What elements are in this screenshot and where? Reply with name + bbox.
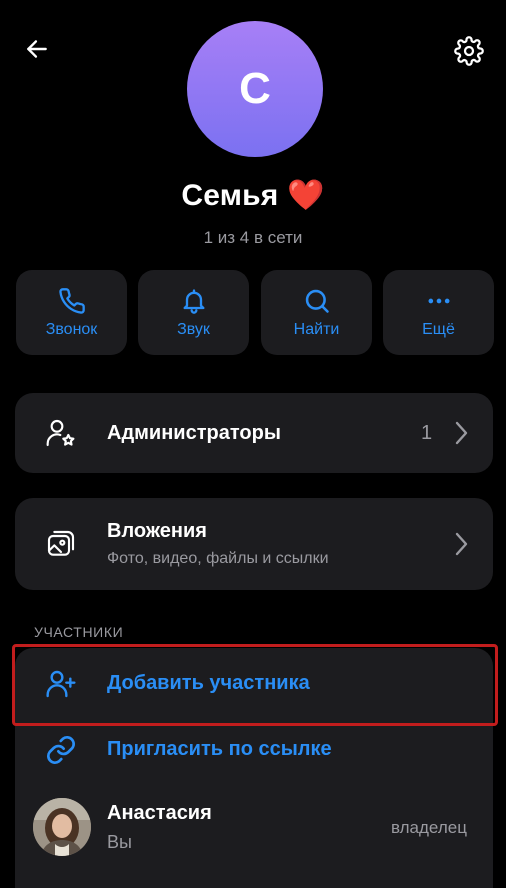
sound-button[interactable]: Звук	[138, 270, 249, 355]
link-icon	[47, 736, 75, 764]
search-button[interactable]: Найти	[261, 270, 372, 355]
call-label: Звонок	[45, 320, 98, 338]
chevron-right-icon	[455, 532, 468, 556]
member-subtitle: Вы	[107, 832, 132, 852]
more-dots-icon	[428, 298, 449, 303]
phone-icon	[58, 287, 85, 314]
avatar	[33, 798, 91, 856]
images-icon	[47, 530, 75, 556]
chevron-right-icon	[455, 421, 468, 445]
group-title: Семья ❤️	[181, 179, 325, 212]
avatar-letter: С	[239, 64, 271, 113]
members-section-title: УЧАСТНИКИ	[34, 624, 124, 640]
member-name: Анастасия	[107, 802, 212, 824]
member-row[interactable]: Анастасия Вы владелец	[15, 788, 493, 868]
member-role: владелец	[391, 818, 467, 837]
attachments-label: Вложения	[107, 520, 207, 542]
group-avatar[interactable]: С	[187, 21, 323, 157]
admins-row[interactable]: Администраторы 1	[15, 393, 493, 473]
back-button[interactable]	[18, 30, 56, 68]
bell-icon	[183, 288, 204, 314]
more-button[interactable]: Ещё	[383, 270, 494, 355]
gear-icon	[454, 36, 484, 66]
search-icon	[305, 289, 329, 313]
arrow-left-icon	[27, 40, 47, 58]
settings-button[interactable]	[450, 32, 488, 70]
highlight-box	[12, 644, 498, 726]
sound-label: Звук	[177, 320, 210, 338]
attachments-row[interactable]: Вложения Фото, видео, файлы и ссылки	[15, 498, 493, 590]
invite-link-button[interactable]: Пригласить по ссылке	[15, 720, 493, 780]
more-label: Ещё	[422, 320, 455, 338]
search-label: Найти	[293, 320, 340, 338]
user-star-icon	[46, 419, 75, 447]
online-status: 1 из 4 в сети	[203, 228, 303, 247]
admins-count: 1	[421, 422, 433, 444]
attachments-sublabel: Фото, видео, файлы и ссылки	[107, 550, 329, 567]
invite-link-label: Пригласить по ссылке	[107, 738, 332, 760]
call-button[interactable]: Звонок	[16, 270, 127, 355]
admins-label: Администраторы	[107, 422, 281, 444]
